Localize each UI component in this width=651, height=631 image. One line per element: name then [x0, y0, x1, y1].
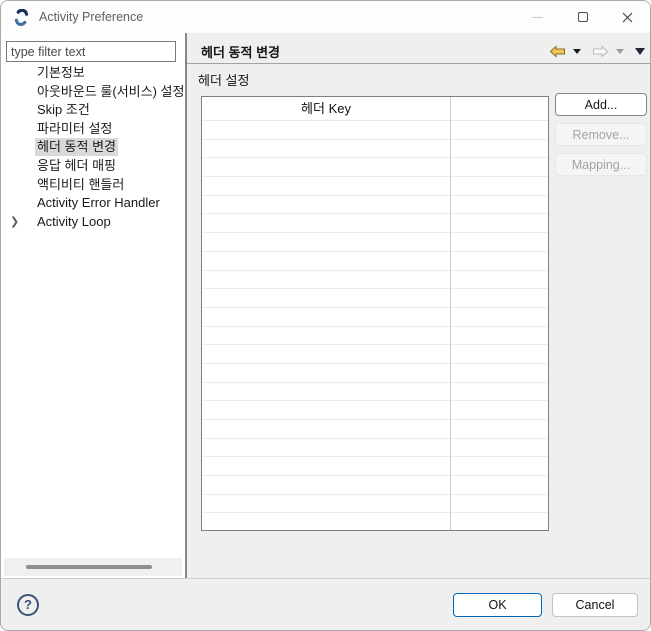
header-key-table: 헤더 Key	[201, 96, 549, 531]
maximize-icon	[577, 12, 588, 22]
column-header-empty[interactable]	[450, 97, 548, 120]
table-row[interactable]	[202, 252, 548, 271]
tree-item-basic-info[interactable]: 기본정보	[2, 64, 185, 83]
back-history-dropdown-icon[interactable]	[573, 48, 581, 54]
forward-arrow-icon[interactable]	[592, 44, 609, 58]
minimize-button[interactable]	[515, 1, 560, 33]
table-row[interactable]	[202, 196, 548, 215]
table-row[interactable]	[202, 345, 548, 364]
scrollbar-thumb[interactable]	[26, 565, 152, 569]
filter-input[interactable]	[6, 41, 176, 62]
table-header-row: 헤더 Key	[202, 97, 548, 121]
mapping-button[interactable]: Mapping...	[555, 153, 647, 176]
table-row[interactable]	[202, 177, 548, 196]
close-icon	[622, 12, 633, 22]
main-panel: 헤더 동적 변경 헤더 설정 헤더 Key Add... Remove... M…	[187, 33, 650, 578]
tree-item-skip-condition[interactable]: Skip 조건	[2, 101, 185, 120]
table-row[interactable]	[202, 271, 548, 290]
remove-button[interactable]: Remove...	[555, 123, 647, 146]
sidebar: 기본정보 아웃바운드 룰(서비스) 설정 Skip 조건 파라미터 설정 헤더 …	[2, 33, 185, 578]
footer-bar: ? OK Cancel	[1, 579, 650, 630]
app-logo-icon	[14, 9, 29, 26]
tree-item-activity-loop[interactable]: ❯ Activity Loop	[2, 213, 185, 232]
table-row[interactable]	[202, 308, 548, 327]
tree-item-parameter-settings[interactable]: 파라미터 설정	[2, 120, 185, 139]
section-title: 헤더 설정	[198, 73, 250, 88]
ok-button[interactable]: OK	[453, 593, 542, 617]
column-divider	[450, 97, 451, 530]
column-header-header-key[interactable]: 헤더 Key	[202, 97, 450, 120]
table-row[interactable]	[202, 289, 548, 308]
header-separator	[187, 63, 650, 64]
table-row[interactable]	[202, 401, 548, 420]
add-button[interactable]: Add...	[555, 93, 647, 116]
table-row[interactable]	[202, 439, 548, 458]
view-menu-icon[interactable]	[635, 47, 645, 55]
preferences-dialog: Activity Preference 기본정보 아웃바운드 룰(서비스) 설정…	[0, 0, 651, 631]
table-row[interactable]	[202, 383, 548, 402]
preference-tree: 기본정보 아웃바운드 룰(서비스) 설정 Skip 조건 파라미터 설정 헤더 …	[2, 64, 185, 231]
help-button[interactable]: ?	[17, 594, 39, 616]
table-body[interactable]	[202, 121, 548, 530]
table-row[interactable]	[202, 457, 548, 477]
table-row[interactable]	[202, 121, 548, 140]
close-button[interactable]	[605, 1, 650, 33]
chevron-right-icon[interactable]: ❯	[10, 213, 24, 232]
table-row[interactable]	[202, 476, 548, 495]
back-arrow-icon[interactable]	[549, 44, 566, 58]
minimize-icon	[532, 16, 543, 18]
maximize-button[interactable]	[560, 1, 605, 33]
forward-history-dropdown-icon[interactable]	[616, 48, 624, 54]
table-row[interactable]	[202, 420, 548, 439]
table-row[interactable]	[202, 513, 548, 530]
cancel-button[interactable]: Cancel	[552, 593, 638, 617]
table-row[interactable]	[202, 364, 548, 383]
tree-item-header-dynamic-change[interactable]: 헤더 동적 변경	[2, 138, 185, 157]
page-title: 헤더 동적 변경	[201, 45, 280, 60]
tree-item-response-header-mapping[interactable]: 응답 헤더 매핑	[2, 157, 185, 176]
tree-item-activity-error-handler[interactable]: Activity Error Handler	[2, 194, 185, 213]
table-row[interactable]	[202, 140, 548, 159]
table-row[interactable]	[202, 214, 548, 234]
table-row[interactable]	[202, 158, 548, 178]
sidebar-horizontal-scrollbar[interactable]	[4, 558, 182, 576]
table-row[interactable]	[202, 327, 548, 346]
tree-item-outbound-rule[interactable]: 아웃바운드 룰(서비스) 설정	[2, 83, 185, 102]
tree-item-activity-handler[interactable]: 액티비티 핸들러	[2, 176, 185, 195]
table-row[interactable]	[202, 495, 548, 514]
history-nav	[549, 43, 645, 59]
table-row[interactable]	[202, 233, 548, 252]
title-bar: Activity Preference	[1, 1, 650, 33]
window-title: Activity Preference	[39, 10, 144, 24]
